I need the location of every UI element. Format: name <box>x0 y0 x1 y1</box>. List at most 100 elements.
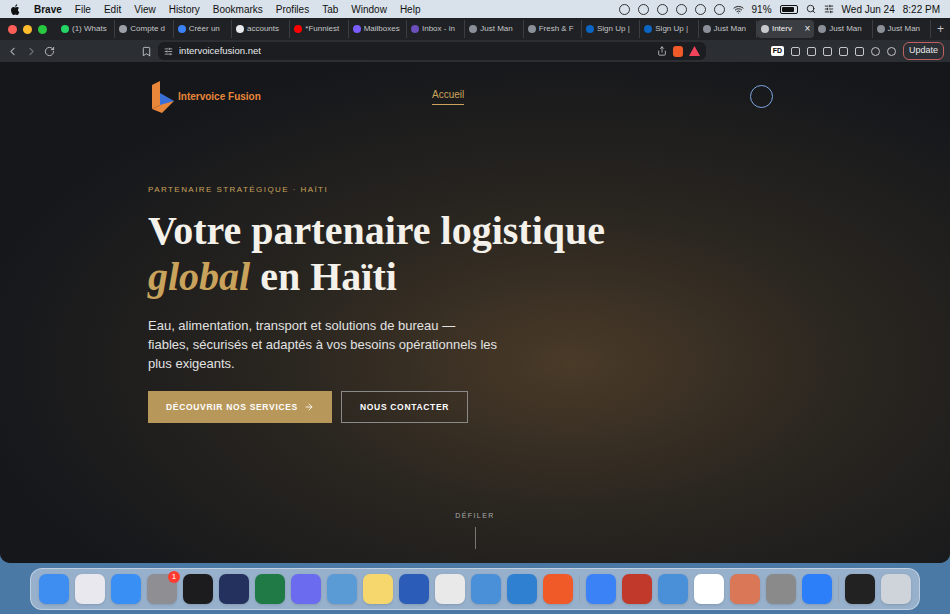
menu-item[interactable]: Edit <box>104 2 121 17</box>
status-app-icon[interactable] <box>695 4 706 15</box>
menu-item[interactable]: View <box>134 2 156 17</box>
zoom-window-button[interactable] <box>38 25 47 34</box>
tab-label: Sign Up | <box>655 23 688 35</box>
back-icon[interactable] <box>6 45 19 58</box>
extension-icon[interactable] <box>807 47 816 56</box>
dock: 1 <box>30 568 920 610</box>
status-app-icon[interactable] <box>676 4 687 15</box>
tab-label: Créer un <box>189 23 220 35</box>
dock-app-icon[interactable] <box>111 574 141 604</box>
wifi-icon[interactable] <box>733 4 744 15</box>
tab-favicon-icon <box>411 25 419 33</box>
dock-app-icon[interactable] <box>39 574 69 604</box>
tab-label: (1) Whats <box>72 23 107 35</box>
dock-app-icon[interactable] <box>75 574 105 604</box>
dock-app-icon[interactable] <box>219 574 249 604</box>
menu-item[interactable]: Bookmarks <box>213 2 263 17</box>
wallet-icon[interactable] <box>855 47 864 56</box>
tab-favicon-icon <box>353 25 361 33</box>
dock-app-icon[interactable] <box>291 574 321 604</box>
dock-app-icon[interactable] <box>363 574 393 604</box>
browser-tab[interactable]: Sign Up | <box>640 20 698 38</box>
dock-app-icon[interactable] <box>658 574 688 604</box>
dock-app-icon[interactable] <box>327 574 357 604</box>
dock-app-icon[interactable] <box>435 574 465 604</box>
dock-app-icon[interactable] <box>622 574 652 604</box>
scroll-hint[interactable]: DÉFILER <box>0 511 950 550</box>
dock-app-icon[interactable] <box>766 574 796 604</box>
menu-app-name[interactable]: Brave <box>34 2 62 17</box>
browser-tab[interactable]: (1) Whats <box>57 20 115 38</box>
address-bar[interactable]: intervoicefusion.net <box>158 42 706 60</box>
browser-tab[interactable]: Compte d <box>115 20 173 38</box>
minimize-window-button[interactable] <box>23 25 32 34</box>
extension-icon[interactable] <box>791 47 800 56</box>
browser-tab[interactable]: Mailboxes <box>349 20 407 38</box>
status-app-icon[interactable] <box>714 4 725 15</box>
contact-button[interactable]: NOUS CONTACTER <box>341 391 468 423</box>
reload-icon[interactable] <box>44 46 55 57</box>
browser-tab[interactable]: Just Man <box>873 20 931 38</box>
forward-icon[interactable] <box>25 45 38 58</box>
browser-tab[interactable]: Just Man <box>699 20 757 38</box>
extension-icon[interactable] <box>823 47 832 56</box>
dock-app-icon[interactable] <box>399 574 429 604</box>
browser-tab[interactable]: accounts <box>232 20 290 38</box>
brave-shields-icon[interactable] <box>673 46 683 57</box>
site-logo[interactable]: Intervoice Fusion <box>150 79 432 113</box>
browser-tab[interactable]: Interv× <box>757 20 814 38</box>
dock-app-icon[interactable] <box>694 574 724 604</box>
browser-tab[interactable]: Sign Up | <box>582 20 640 38</box>
menu-item[interactable]: Profiles <box>276 2 309 17</box>
dock-app-icon[interactable] <box>730 574 760 604</box>
battery-icon[interactable] <box>780 5 798 14</box>
nav-link[interactable]: Accueil <box>432 87 464 105</box>
browser-tab[interactable]: Inbox - in <box>407 20 465 38</box>
menu-item[interactable]: History <box>169 2 200 17</box>
dock-app-icon[interactable] <box>586 574 616 604</box>
status-app-icon[interactable] <box>619 4 630 15</box>
apple-icon[interactable] <box>10 4 20 15</box>
services-button[interactable]: DÉCOUVRIR NOS SERVICES <box>148 391 332 423</box>
bookmark-icon[interactable] <box>141 46 152 57</box>
site-settings-icon[interactable] <box>164 47 173 56</box>
tab-favicon-icon <box>119 25 127 33</box>
dock-app-icon[interactable] <box>881 574 911 604</box>
menu-item[interactable]: Help <box>400 2 421 17</box>
brave-rewards-icon[interactable] <box>689 46 700 56</box>
update-button[interactable]: Update <box>903 42 944 60</box>
dock-app-icon[interactable] <box>183 574 213 604</box>
dock-app-icon[interactable] <box>255 574 285 604</box>
leo-icon[interactable] <box>871 47 880 56</box>
browser-tab[interactable]: Créer un <box>174 20 232 38</box>
sidebar-icon[interactable] <box>839 47 848 56</box>
tab-close-button[interactable]: × <box>804 24 810 34</box>
hero-eyebrow: PARTENAIRE STRATÉGIQUE · HAÏTI <box>148 184 950 196</box>
vpn-icon[interactable] <box>887 47 896 56</box>
browser-tab[interactable]: Just Man <box>465 20 523 38</box>
menu-time[interactable]: 8:22 PM <box>903 2 940 17</box>
dock-app-icon[interactable] <box>471 574 501 604</box>
dock-app-icon[interactable]: 1 <box>147 574 177 604</box>
url-text[interactable]: intervoicefusion.net <box>179 44 261 58</box>
dock-app-icon[interactable] <box>543 574 573 604</box>
browser-tab[interactable]: Fresh & F <box>524 20 582 38</box>
control-center-icon[interactable] <box>824 4 834 14</box>
browser-tab[interactable]: *Funniest <box>290 20 348 38</box>
cursor-ring <box>750 85 773 108</box>
dock-app-icon[interactable] <box>802 574 832 604</box>
browser-tab[interactable]: Just Man <box>814 20 872 38</box>
share-icon[interactable] <box>657 46 667 56</box>
menu-date[interactable]: Wed Jun 24 <box>842 2 895 17</box>
menu-item[interactable]: Tab <box>322 2 338 17</box>
dock-app-icon[interactable] <box>507 574 537 604</box>
status-app-icon[interactable] <box>657 4 668 15</box>
dock-app-icon[interactable] <box>845 574 875 604</box>
menu-item[interactable]: File <box>75 2 91 17</box>
extension-badge[interactable]: FD <box>771 46 784 57</box>
status-app-icon[interactable] <box>638 4 649 15</box>
spotlight-icon[interactable] <box>806 4 816 14</box>
new-tab-button[interactable]: + <box>937 23 944 35</box>
close-window-button[interactable] <box>8 25 17 34</box>
menu-item[interactable]: Window <box>351 2 387 17</box>
